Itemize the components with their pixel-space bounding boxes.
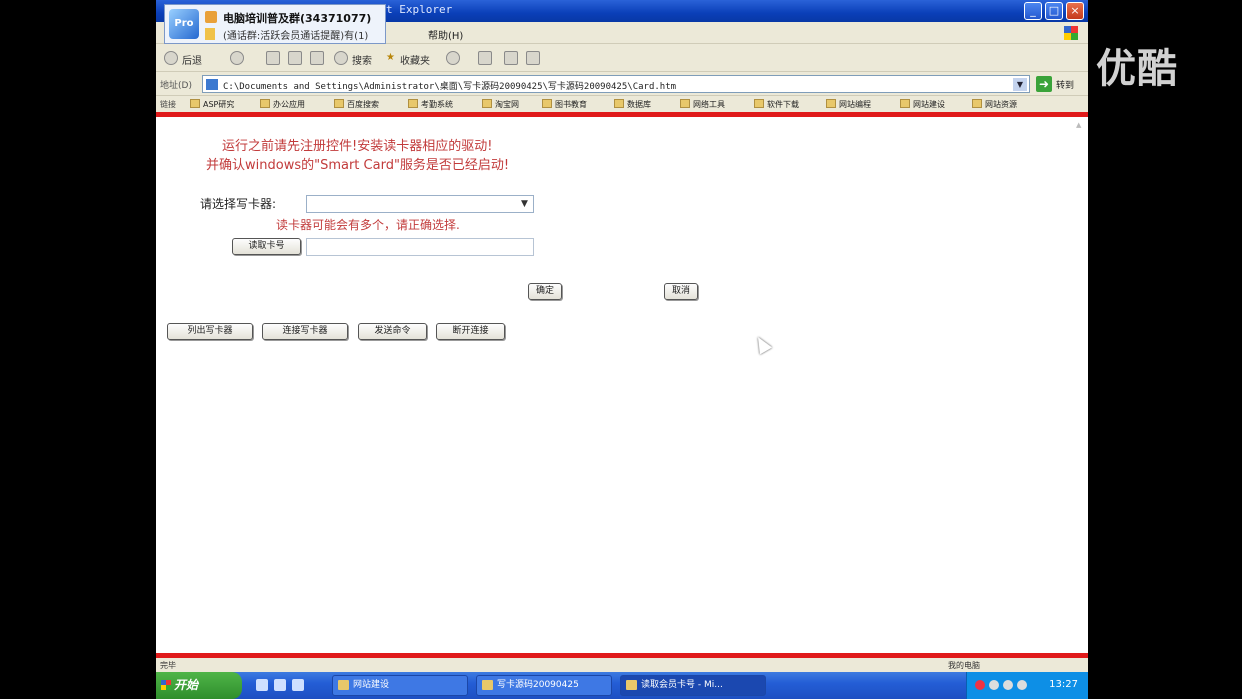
history-icon[interactable] [446, 51, 460, 65]
qq-quicklaunch-icon[interactable] [292, 679, 304, 691]
browser-toolbar: 后退 搜索 ★ 收藏夹 [156, 44, 1088, 72]
go-button[interactable]: ➜ 转到 [1036, 75, 1084, 93]
read-card-button[interactable]: 读取卡号 [232, 238, 301, 255]
status-bar: 完毕 我的电脑 [156, 658, 1088, 672]
youku-watermark: 优酷 [1096, 46, 1178, 92]
disconnect-button[interactable]: 断开连接 [436, 323, 505, 340]
mail-icon[interactable] [478, 51, 492, 65]
link-item[interactable]: 网络工具 [680, 99, 725, 110]
qq-notification[interactable]: Pro 电脑培训普及群(34371077) (通话群:活跃会员通话提醒)有(1) [164, 4, 386, 44]
status-done: 完毕 [160, 661, 176, 670]
back-label[interactable]: 后退 [182, 52, 202, 67]
address-url[interactable]: C:\Documents and Settings\Administrator\… [223, 79, 676, 92]
link-item[interactable]: 考勤系统 [408, 99, 453, 110]
qq-tray-icon[interactable] [1017, 680, 1027, 690]
link-item[interactable]: 软件下载 [754, 99, 799, 110]
service-notice: 并确认windows的"Smart Card"服务是否已经启动! [206, 158, 510, 173]
windows-flag-icon [1064, 26, 1078, 40]
card-number-field[interactable] [306, 238, 534, 256]
go-label: 转到 [1056, 81, 1075, 91]
ie-quicklaunch-icon[interactable] [256, 679, 268, 691]
desktop-quicklaunch-icon[interactable] [274, 679, 286, 691]
list-readers-button[interactable]: 列出写卡器 [167, 323, 253, 340]
window-title: t Explorer [386, 3, 453, 16]
refresh-icon[interactable] [288, 51, 302, 65]
address-bar: 地址(D) C:\Documents and Settings\Administ… [156, 72, 1088, 96]
link-item[interactable]: 网站资源 [972, 99, 1017, 110]
stop-icon[interactable] [266, 51, 280, 65]
print-icon[interactable] [504, 51, 518, 65]
task-button[interactable]: 写卡源码20090425 [476, 675, 612, 696]
link-item[interactable]: 图书教育 [542, 99, 587, 110]
scroll-up-icon[interactable]: ▲ [1076, 121, 1084, 129]
cancel-button[interactable]: 取消 [664, 283, 698, 300]
back-icon[interactable] [164, 51, 178, 65]
taskbar: 开始 网站建设 写卡源码20090425 读取会员卡号 - Mi... 13:2… [156, 672, 1088, 699]
go-arrow-icon: ➜ [1036, 76, 1052, 92]
notification-message: (通话群:活跃会员通话提醒)有(1) [223, 31, 369, 42]
app-logo-icon: Pro [169, 9, 199, 39]
mouse-cursor-icon [751, 333, 773, 355]
link-item[interactable]: 办公应用 [260, 99, 305, 110]
desktop-screen: t Explorer _ □ × 帮助(H) Pro 电脑培训普及群(34371… [156, 0, 1088, 699]
network-tray-icon[interactable] [989, 680, 999, 690]
notification-title: 电脑培训普及群(34371077) [223, 12, 372, 25]
chevron-down-icon[interactable]: ▼ [518, 198, 531, 210]
clock[interactable]: 13:27 [1049, 679, 1078, 690]
link-item[interactable]: 网站编程 [826, 99, 871, 110]
menu-help[interactable]: 帮助(H) [428, 27, 463, 42]
task-button-active[interactable]: 读取会员卡号 - Mi... [620, 675, 766, 696]
link-item[interactable]: 淘宝网 [482, 99, 519, 110]
reader-select[interactable]: ▼ [306, 195, 534, 213]
send-command-button[interactable]: 发送命令 [358, 323, 427, 340]
driver-notice: 运行之前请先注册控件!安装读卡器相应的驱动! [222, 139, 493, 154]
connect-reader-button[interactable]: 连接写卡器 [262, 323, 348, 340]
search-label[interactable]: 搜索 [352, 52, 372, 67]
reader-label: 请选择写卡器: [200, 197, 277, 211]
maximize-button[interactable]: □ [1045, 2, 1063, 20]
favorites-star-icon[interactable]: ★ [386, 52, 395, 63]
address-dropdown-icon[interactable]: ▼ [1013, 78, 1027, 91]
forward-icon[interactable] [230, 51, 244, 65]
reader-hint: 读卡器可能会有多个，请正确选择. [276, 218, 460, 232]
task-button[interactable]: 网站建设 [332, 675, 468, 696]
confirm-button[interactable]: 确定 [528, 283, 562, 300]
page-content: ▲ 运行之前请先注册控件!安装读卡器相应的驱动! 并确认windows的"Sma… [156, 117, 1088, 653]
favorites-label[interactable]: 收藏夹 [400, 52, 430, 67]
page-icon [206, 79, 218, 90]
links-bar: 链接 ASP研究 办公应用 百度搜索 考勤系统 淘宝网 图书教育 数据库 网络工… [156, 96, 1088, 112]
link-item[interactable]: 数据库 [614, 99, 651, 110]
link-item[interactable]: 网站建设 [900, 99, 945, 110]
close-button[interactable]: × [1066, 2, 1084, 20]
address-label: 地址(D) [160, 81, 192, 91]
links-label: 链接 [160, 100, 176, 109]
link-item[interactable]: ASP研究 [190, 99, 234, 110]
lock-icon [205, 28, 215, 40]
start-button[interactable]: 开始 [156, 672, 242, 699]
video-frame: 优酷 t Explorer _ □ × 帮助(H) Pro 电脑培训普及群(34… [0, 0, 1242, 699]
address-input[interactable]: C:\Documents and Settings\Administrator\… [202, 75, 1030, 93]
group-icon [205, 11, 217, 23]
link-item[interactable]: 百度搜索 [334, 99, 379, 110]
status-zone: 我的电脑 [948, 661, 980, 670]
antivirus-tray-icon[interactable] [975, 680, 985, 690]
volume-tray-icon[interactable] [1003, 680, 1013, 690]
edit-icon[interactable] [526, 51, 540, 65]
minimize-button[interactable]: _ [1024, 2, 1042, 20]
search-icon[interactable] [334, 51, 348, 65]
system-tray: 13:27 [966, 672, 1088, 699]
home-icon[interactable] [310, 51, 324, 65]
